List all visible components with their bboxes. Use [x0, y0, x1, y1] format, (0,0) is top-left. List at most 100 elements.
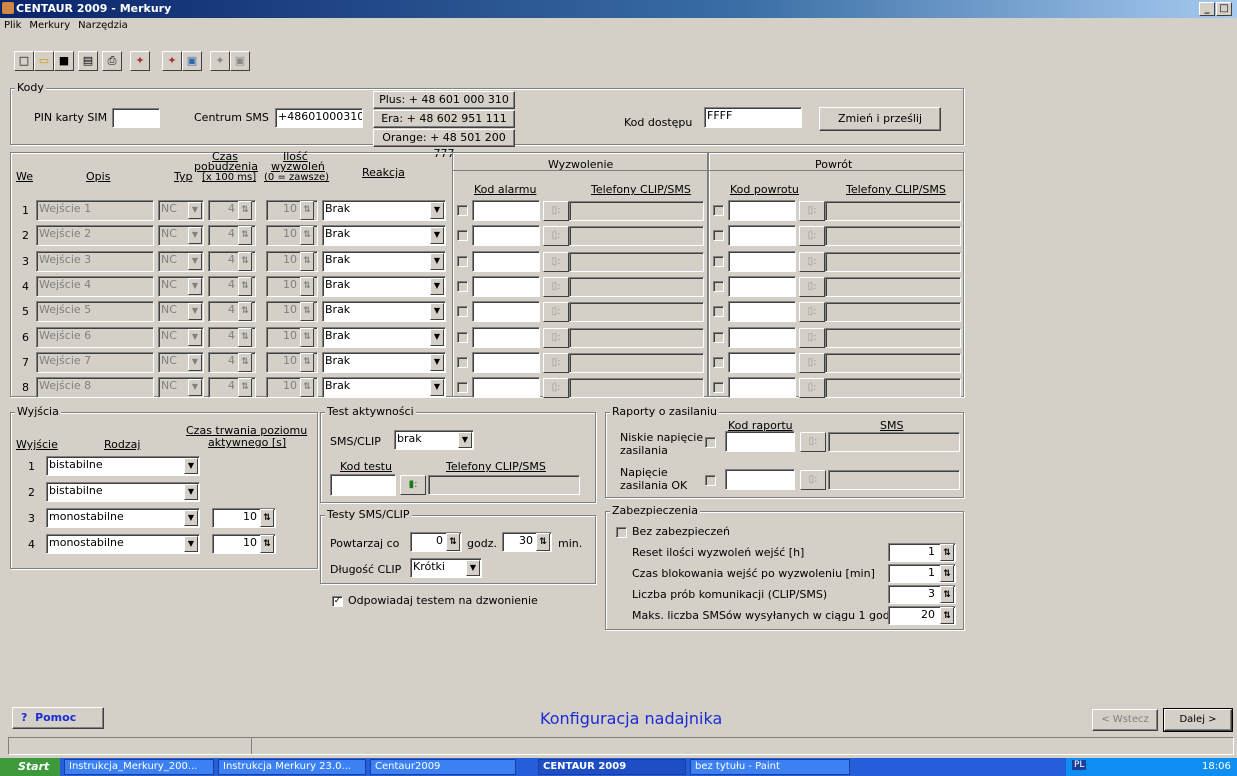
input-description[interactable]: Wejście 3: [36, 250, 154, 272]
alarm-phones-input[interactable]: [569, 226, 704, 247]
reaction-select[interactable]: Brak ▼: [322, 326, 446, 348]
phone-icon[interactable]: ▯:: [543, 276, 569, 297]
config-icon[interactable]: ✦: [130, 51, 150, 71]
spinner-icon[interactable]: ⇅: [940, 544, 954, 561]
alarm-checkbox[interactable]: [457, 205, 468, 216]
chevron-down-icon[interactable]: ▼: [184, 536, 198, 552]
chevron-down-icon[interactable]: ▼: [184, 510, 198, 526]
return-phones-input[interactable]: [825, 276, 961, 297]
phone-icon[interactable]: ▯:: [799, 276, 825, 297]
return-checkbox[interactable]: [713, 255, 724, 267]
low-voltage-sms-input[interactable]: [828, 432, 960, 452]
input-description[interactable]: Wejście 4: [36, 275, 154, 297]
menu-merkury[interactable]: Merkury: [25, 18, 74, 31]
phone-icon[interactable]: ▮:: [400, 475, 426, 495]
spinner-icon[interactable]: ⇅: [300, 251, 314, 271]
alarm-phones-input[interactable]: [569, 302, 704, 323]
read2-icon[interactable]: ✦: [210, 51, 230, 71]
return-phones-input[interactable]: [825, 251, 961, 272]
chevron-down-icon[interactable]: ▼: [430, 303, 444, 321]
return-checkbox[interactable]: [713, 356, 724, 368]
write2-icon[interactable]: ▣: [230, 51, 250, 71]
spinner-icon[interactable]: ⇅: [238, 201, 252, 220]
no-security-checkbox[interactable]: [616, 527, 627, 538]
chevron-down-icon[interactable]: ▼: [466, 560, 480, 576]
return-checkbox[interactable]: [713, 230, 724, 242]
task-centaur-app[interactable]: CENTAUR 2009: [538, 759, 686, 775]
spinner-icon[interactable]: ⇅: [238, 226, 252, 246]
alarm-code-input[interactable]: [472, 200, 540, 221]
spinner-icon[interactable]: ⇅: [300, 201, 314, 220]
return-code-input[interactable]: [728, 301, 796, 323]
write-icon[interactable]: ▣: [182, 51, 202, 71]
spinner-icon[interactable]: ⇅: [238, 302, 252, 322]
output-type-select[interactable]: monostabilne ▼: [46, 508, 200, 528]
phone-icon[interactable]: ▯:: [799, 352, 825, 373]
spinner-icon[interactable]: ⇅: [300, 327, 314, 347]
alarm-code-input[interactable]: [472, 301, 540, 323]
alarm-checkbox[interactable]: [457, 280, 468, 292]
phone-icon[interactable]: ▯:: [543, 352, 569, 373]
reaction-select[interactable]: Brak ▼: [322, 250, 446, 272]
alarm-phones-input[interactable]: [569, 251, 704, 272]
spinner-icon[interactable]: ⇅: [300, 352, 314, 372]
menu-narzedzia[interactable]: Narzędzia: [74, 18, 132, 31]
change-and-send-button[interactable]: Zmień i prześlij: [819, 107, 941, 131]
output-type-select[interactable]: bistabilne ▼: [46, 456, 200, 476]
chevron-down-icon[interactable]: ▼: [430, 353, 444, 371]
phone-icon[interactable]: ▯:: [799, 378, 825, 399]
menu-plik[interactable]: Plik: [0, 18, 25, 31]
spinner-icon[interactable]: ⇅: [238, 378, 252, 398]
return-code-input[interactable]: [728, 326, 796, 348]
spinner-icon[interactable]: ⇅: [300, 276, 314, 296]
kod-testu-input[interactable]: [330, 474, 396, 496]
chevron-down-icon[interactable]: ▼: [430, 227, 444, 245]
low-voltage-code-input[interactable]: [725, 431, 795, 452]
reaction-select[interactable]: Brak ▼: [322, 351, 446, 373]
spinner-icon[interactable]: ⇅: [238, 276, 252, 296]
return-code-input[interactable]: [728, 275, 796, 297]
operator-orange-button[interactable]: Orange: + 48 501 200 777: [373, 129, 515, 160]
task-centaur-folder[interactable]: Centaur2009: [370, 759, 516, 775]
input-type-select[interactable]: NC ▼: [158, 377, 204, 399]
copy-icon[interactable]: ▤: [78, 51, 98, 71]
return-phones-input[interactable]: [825, 378, 961, 399]
alarm-checkbox[interactable]: [457, 331, 468, 343]
phone-icon[interactable]: ▯:: [799, 327, 825, 348]
alarm-checkbox[interactable]: [457, 356, 468, 368]
output-type-select[interactable]: bistabilne ▼: [46, 482, 200, 502]
input-type-select[interactable]: NC ▼: [158, 275, 204, 297]
alarm-code-input[interactable]: [472, 275, 540, 297]
chevron-down-icon[interactable]: ▼: [184, 458, 198, 474]
input-description[interactable]: Wejście 1: [36, 200, 154, 221]
input-description[interactable]: Wejście 2: [36, 225, 154, 247]
spinner-icon[interactable]: ⇅: [260, 509, 274, 527]
chevron-down-icon[interactable]: ▼: [188, 202, 202, 219]
return-phones-input[interactable]: [825, 327, 961, 348]
return-checkbox[interactable]: [713, 382, 724, 394]
pin-input[interactable]: [112, 108, 160, 128]
print-icon[interactable]: ⎙: [102, 51, 122, 71]
alarm-code-input[interactable]: [472, 377, 540, 399]
open-icon[interactable]: ▭: [34, 51, 54, 71]
reaction-select[interactable]: Brak ▼: [322, 225, 446, 247]
task-instrukcja-1[interactable]: Instrukcja_Merkury_200...: [64, 759, 214, 775]
return-phones-input[interactable]: [825, 352, 961, 373]
input-description[interactable]: Wejście 7: [36, 351, 154, 373]
chevron-down-icon[interactable]: ▼: [188, 227, 202, 245]
reaction-select[interactable]: Brak ▼: [322, 377, 446, 399]
voltage-ok-checkbox[interactable]: [705, 475, 716, 486]
return-code-input[interactable]: [728, 200, 796, 221]
help-button[interactable]: ? Pomoc: [12, 707, 104, 729]
phone-icon[interactable]: ▯:: [543, 327, 569, 348]
return-phones-input[interactable]: [825, 302, 961, 323]
chevron-down-icon[interactable]: ▼: [430, 202, 444, 219]
alarm-phones-input[interactable]: [569, 352, 704, 373]
chevron-down-icon[interactable]: ▼: [188, 303, 202, 321]
chevron-down-icon[interactable]: ▼: [188, 252, 202, 270]
test-telefony-input[interactable]: [428, 475, 580, 495]
phone-icon[interactable]: ▯:: [543, 378, 569, 399]
operator-era-button[interactable]: Era: + 48 602 951 111: [373, 110, 515, 128]
alarm-phones-input[interactable]: [569, 276, 704, 297]
alarm-checkbox[interactable]: [457, 382, 468, 394]
